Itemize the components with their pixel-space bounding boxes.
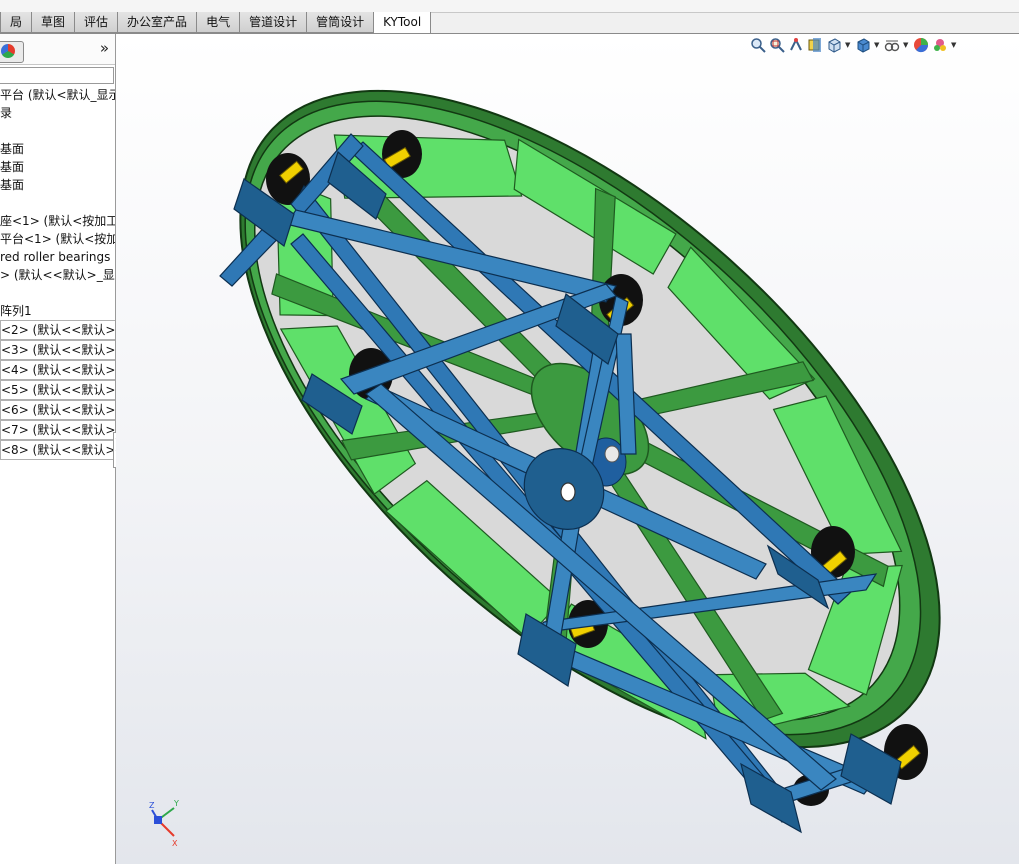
ring-wheel: [239, 89, 941, 749]
tree-item[interactable]: > (默认<<默认>_显示: [0, 266, 115, 284]
graphics-area[interactable]: ▼ ▼ ▼ ▼ Y X Z: [116, 34, 1019, 864]
hub-bore: [604, 445, 620, 463]
feature-tree: 平台 (默认<默认_显示 录 基面 基面 基面 座<1> (默认<按加工> 平台…: [0, 86, 115, 460]
tree-item[interactable]: 平台<1> (默认<按加工>: [0, 230, 115, 248]
display-manager-icon: [1, 44, 15, 58]
assembly-model[interactable]: [116, 34, 1019, 864]
tree-item[interactable]: 阵列1: [0, 302, 115, 320]
display-manager-button[interactable]: [0, 41, 24, 63]
tree-item[interactable]: red roller bearings: [0, 248, 115, 266]
tab-sketch[interactable]: 草图: [31, 12, 76, 33]
tree-item[interactable]: 座<1> (默认<按加工>: [0, 212, 115, 230]
triad-x-label: X: [172, 839, 178, 848]
tree-item[interactable]: 基面: [0, 158, 115, 176]
triad-y-label: Y: [173, 799, 179, 808]
tree-item[interactable]: 录: [0, 104, 115, 122]
reference-triad: Y X Z: [148, 796, 188, 856]
tab-tubing[interactable]: 管筒设计: [306, 12, 375, 33]
tree-item[interactable]: [0, 194, 115, 212]
tree-item[interactable]: 平台 (默认<默认_显示: [0, 86, 115, 104]
command-manager-tabs: 局 草图 评估 办公室产品 电气 管道设计 管筒设计 KYTool: [0, 12, 432, 34]
tree-item[interactable]: [0, 122, 115, 140]
tab-kytool[interactable]: KYTool: [373, 12, 432, 34]
tab-electrical[interactable]: 电气: [196, 12, 241, 33]
tab-layout[interactable]: 局: [0, 12, 33, 33]
tab-piping[interactable]: 管道设计: [239, 12, 308, 33]
tab-office-products[interactable]: 办公室产品: [117, 12, 198, 33]
tree-filter-input[interactable]: [0, 67, 114, 84]
tree-item[interactable]: <3> (默认<<默认>_: [0, 340, 115, 360]
tree-item[interactable]: 基面: [0, 140, 115, 158]
tree-item[interactable]: <6> (默认<<默认>_: [0, 400, 115, 420]
panel-header: »: [0, 34, 115, 65]
tree-item[interactable]: 基面: [0, 176, 115, 194]
feature-manager-panel: » 平台 (默认<默认_显示 录 基面 基面 基面 座<1> (默认<按加工> …: [0, 34, 123, 864]
tree-item[interactable]: <7> (默认<<默认>_: [0, 420, 115, 440]
expand-panel-icon[interactable]: »: [100, 39, 109, 57]
tree-item[interactable]: <8> (默认<<默认>_: [0, 440, 115, 460]
tree-item[interactable]: <2> (默认<<默认>_: [0, 320, 115, 340]
tree-item[interactable]: <5> (默认<<默认>_: [0, 380, 115, 400]
triad-z-label: Z: [149, 801, 155, 810]
tree-item[interactable]: <4> (默认<<默认>_: [0, 360, 115, 380]
tree-item[interactable]: [0, 284, 115, 302]
tab-evaluate[interactable]: 评估: [74, 12, 119, 33]
